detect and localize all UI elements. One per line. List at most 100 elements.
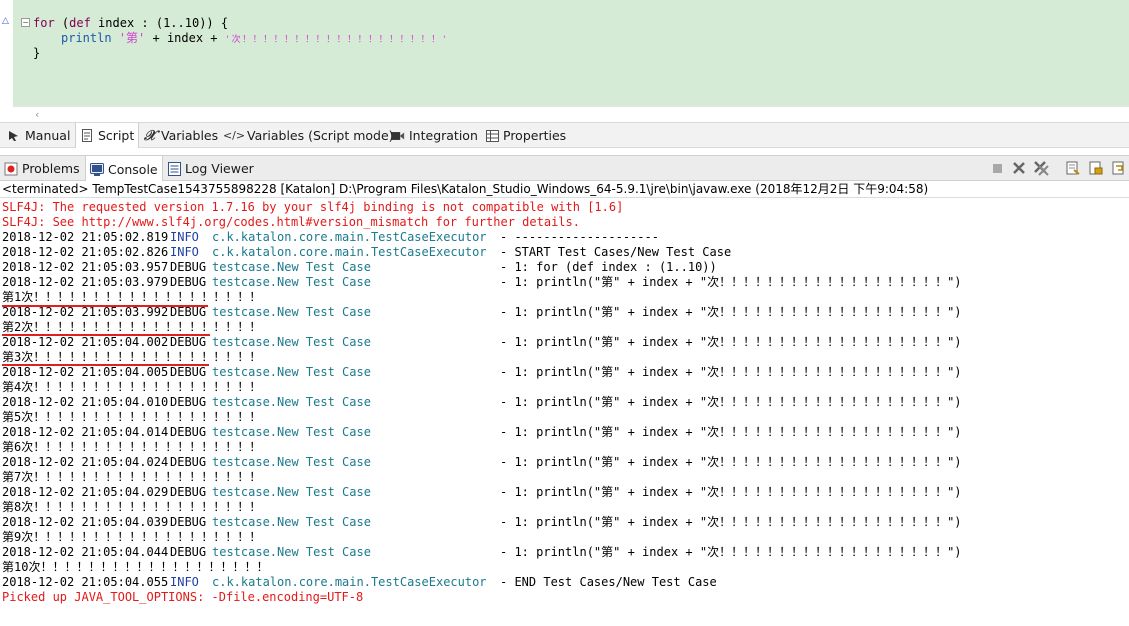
- log-level: DEBUG: [170, 275, 207, 289]
- log-message: - 1: for (def index : (1..10)): [500, 260, 717, 274]
- console-warning-line: SLF4J: The requested version 1.7.16 by y…: [2, 200, 624, 214]
- log-message: - END Test Cases/New Test Case: [500, 575, 717, 589]
- code-line-1: for (def index : (1..10)) {: [33, 16, 229, 30]
- log-level: INFO: [170, 230, 199, 244]
- console-warning-line: SLF4J: See http://www.slf4j.org/codes.ht…: [2, 215, 580, 229]
- output-text: 第2次！！！！！！！！！！！！！！！！！！！: [2, 320, 262, 334]
- log-message: - 1: println("第" + index + "次！！！！！！！！！！！…: [500, 425, 962, 439]
- log-message: - 1: println("第" + index + "次！！！！！！！！！！！…: [500, 365, 962, 379]
- log-source: testcase.New Test Case: [212, 395, 371, 409]
- table-icon: [485, 129, 499, 143]
- red-underline-annotation: [2, 364, 209, 366]
- log-timestamp: 2018-12-02 21:05:03.957: [2, 260, 169, 274]
- tab-log-viewer[interactable]: Log Viewer: [163, 156, 258, 181]
- output-text: 第10次！！！！！！！！！！！！！！！！！！！: [2, 560, 269, 574]
- code-line-3: }: [33, 46, 41, 60]
- log-level: DEBUG: [170, 305, 207, 319]
- console-output[interactable]: SLF4J: The requested version 1.7.16 by y…: [0, 200, 1129, 626]
- log-message: - 1: println("第" + index + "次！！！！！！！！！！！…: [500, 395, 962, 409]
- log-source: testcase.New Test Case: [212, 515, 371, 529]
- log-message: - 1: println("第" + index + "次！！！！！！！！！！！…: [500, 275, 962, 289]
- problems-icon: [4, 162, 18, 176]
- collapse-triangle-icon[interactable]: △: [2, 16, 9, 26]
- editor-tab-bar: Manual Script 𝒳 Variables </> Variables …: [0, 122, 1129, 148]
- output-text: 第8次！！！！！！！！！！！！！！！！！！！: [2, 500, 262, 514]
- output-text: 第5次！！！！！！！！！！！！！！！！！！！: [2, 410, 262, 424]
- log-level: INFO: [170, 575, 199, 589]
- remove-all-terminated-icon[interactable]: [1033, 160, 1049, 176]
- output-text: 第3次！！！！！！！！！！！！！！！！！！！: [2, 350, 262, 364]
- log-level: DEBUG: [170, 425, 207, 439]
- script-editor[interactable]: △ − for (def index : (1..10)) { println …: [0, 0, 1129, 106]
- log-source: testcase.New Test Case: [212, 485, 371, 499]
- log-message: - 1: println("第" + index + "次！！！！！！！！！！！…: [500, 305, 962, 319]
- scroll-lock-icon[interactable]: [1088, 160, 1104, 176]
- log-level: DEBUG: [170, 365, 207, 379]
- log-source: testcase.New Test Case: [212, 425, 371, 439]
- log-level: DEBUG: [170, 395, 207, 409]
- red-underline-annotation: [2, 305, 208, 307]
- output-text: 第7次！！！！！！！！！！！！！！！！！！！: [2, 470, 262, 484]
- log-message: - 1: println("第" + index + "次！！！！！！！！！！！…: [500, 455, 962, 469]
- tab-variables-script-mode[interactable]: </> Variables (Script mode): [221, 123, 398, 148]
- output-text: 第1次！！！！！！！！！！！！！！！！！！！: [2, 290, 262, 304]
- bottom-panel-tab-bar: Problems Console Log Viewer: [0, 155, 1129, 182]
- output-text: 第6次！！！！！！！！！！！！！！！！！！！: [2, 440, 262, 454]
- log-level: DEBUG: [170, 545, 207, 559]
- tab-manual[interactable]: Manual: [3, 123, 74, 148]
- log-level: DEBUG: [170, 335, 207, 349]
- code-line-2: println '第' + index + '次！！！！！！！！！！！！！！！！…: [61, 31, 449, 45]
- console-launch-description: <terminated> TempTestCase1543755898228 […: [0, 181, 1129, 198]
- log-timestamp: 2018-12-02 21:05:04.014: [2, 425, 169, 439]
- tab-variables[interactable]: 𝒳 Variables: [139, 123, 222, 148]
- tab-console[interactable]: Console: [85, 156, 163, 182]
- log-timestamp: 2018-12-02 21:05:02.826: [2, 245, 169, 259]
- log-source: testcase.New Test Case: [212, 365, 371, 379]
- log-source: c.k.katalon.core.main.TestCaseExecutor: [212, 230, 487, 244]
- word-wrap-icon[interactable]: [1111, 160, 1127, 176]
- tab-script[interactable]: Script: [75, 123, 140, 148]
- log-source: testcase.New Test Case: [212, 260, 371, 274]
- editor-horizontal-scrollbar[interactable]: ‹: [13, 106, 1129, 122]
- cursor-icon: [7, 129, 21, 143]
- log-level: DEBUG: [170, 455, 207, 469]
- terminate-icon[interactable]: [989, 160, 1005, 176]
- log-level: DEBUG: [170, 485, 207, 499]
- log-level: DEBUG: [170, 260, 207, 274]
- log-message: - 1: println("第" + index + "次！！！！！！！！！！！…: [500, 515, 962, 529]
- tab-properties[interactable]: Properties: [481, 123, 570, 148]
- output-text: 第9次！！！！！！！！！！！！！！！！！！！: [2, 530, 262, 544]
- remove-launch-icon[interactable]: [1011, 160, 1027, 176]
- tab-integration[interactable]: Integration: [387, 123, 482, 148]
- log-source: testcase.New Test Case: [212, 545, 371, 559]
- scroll-left-icon[interactable]: ‹: [35, 108, 39, 121]
- tab-problems[interactable]: Problems: [0, 156, 84, 181]
- integration-icon: [391, 129, 405, 143]
- log-timestamp: 2018-12-02 21:05:04.039: [2, 515, 169, 529]
- log-message: - 1: println("第" + index + "次！！！！！！！！！！！…: [500, 335, 962, 349]
- log-source: testcase.New Test Case: [212, 455, 371, 469]
- red-underline-annotation: [2, 334, 210, 336]
- log-message: - 1: println("第" + index + "次！！！！！！！！！！！…: [500, 485, 962, 499]
- log-timestamp: 2018-12-02 21:05:04.002: [2, 335, 169, 349]
- log-source: testcase.New Test Case: [212, 275, 371, 289]
- console-icon: [90, 162, 104, 176]
- log-source: testcase.New Test Case: [212, 335, 371, 349]
- editor-gutter: △: [0, 0, 13, 106]
- log-timestamp: 2018-12-02 21:05:04.029: [2, 485, 169, 499]
- fold-toggle-icon[interactable]: −: [21, 18, 30, 27]
- log-timestamp: 2018-12-02 21:05:04.044: [2, 545, 169, 559]
- console-footer-line: Picked up JAVA_TOOL_OPTIONS: -Dfile.enco…: [2, 590, 364, 604]
- variable-x-icon: 𝒳: [143, 127, 157, 144]
- log-timestamp: 2018-12-02 21:05:04.024: [2, 455, 169, 469]
- log-message: - --------------------: [500, 230, 659, 244]
- log-message: - START Test Cases/New Test Case: [500, 245, 732, 259]
- log-timestamp: 2018-12-02 21:05:04.010: [2, 395, 169, 409]
- log-timestamp: 2018-12-02 21:05:03.992: [2, 305, 169, 319]
- log-source: c.k.katalon.core.main.TestCaseExecutor: [212, 245, 487, 259]
- script-icon: [80, 129, 94, 143]
- log-message: - 1: println("第" + index + "次！！！！！！！！！！！…: [500, 545, 962, 559]
- log-level: INFO: [170, 245, 199, 259]
- log-timestamp: 2018-12-02 21:05:04.055: [2, 575, 169, 589]
- clear-console-icon[interactable]: [1065, 160, 1081, 176]
